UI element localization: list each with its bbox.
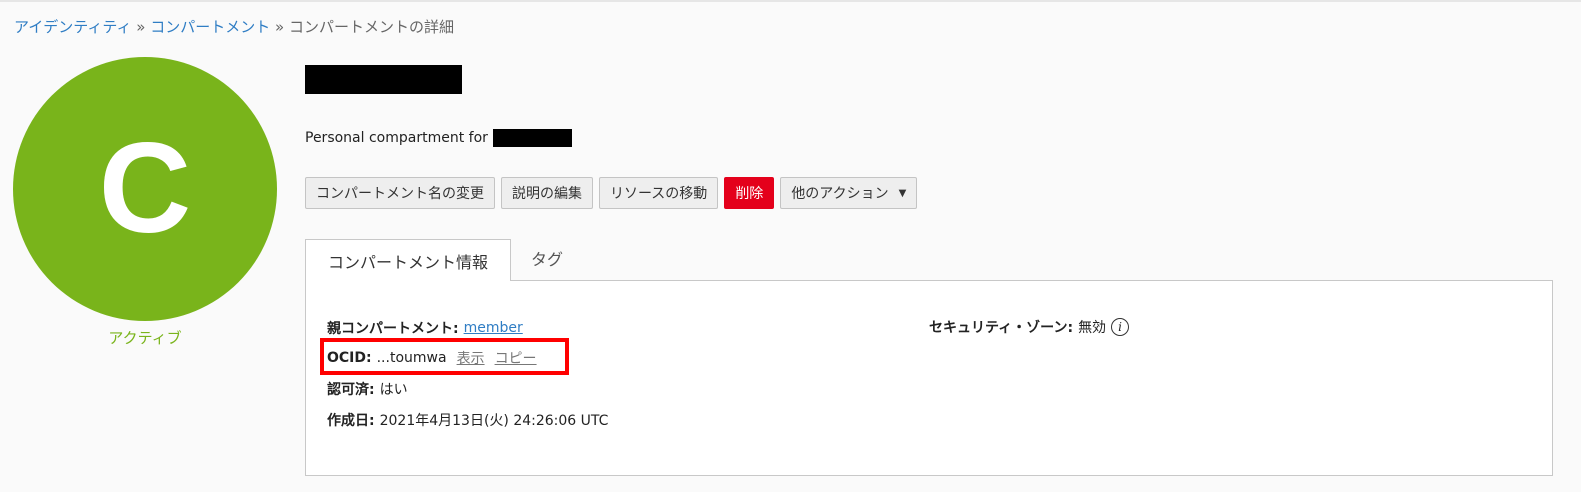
authorized-value: はい — [379, 382, 408, 398]
description-text: Personal compartment for — [305, 130, 488, 146]
created-label: 作成日: — [327, 413, 375, 429]
authorized-row: 認可済: はい — [327, 379, 408, 399]
caret-down-icon: ▼ — [898, 187, 907, 199]
ocid-show-link[interactable]: 表示 — [457, 348, 485, 368]
breadcrumb: アイデンティティ » コンパートメント » コンパートメントの詳細 — [14, 16, 454, 37]
security-zone-row: セキュリティ・ゾーン: 無効 i — [929, 317, 1130, 337]
breadcrumb-compartments-link[interactable]: コンパートメント — [150, 18, 270, 36]
created-row: 作成日: 2021年4月13日(火) 24:26:06 UTC — [327, 410, 608, 430]
parent-compartment-link[interactable]: member — [464, 320, 523, 336]
more-actions-button[interactable]: 他のアクション ▼ — [780, 177, 918, 209]
breadcrumb-identity-link[interactable]: アイデンティティ — [14, 18, 131, 36]
rename-compartment-button[interactable]: コンパートメント名の変更 — [305, 177, 495, 209]
parent-compartment-label: 親コンパートメント: — [327, 321, 459, 337]
move-resource-button[interactable]: リソースの移動 — [599, 177, 719, 209]
tab-compartment-info[interactable]: コンパートメント情報 — [305, 239, 512, 281]
ocid-label: OCID: — [327, 350, 372, 366]
window-top-border — [0, 0, 1581, 2]
parent-compartment-row: 親コンパートメント: member — [327, 318, 523, 338]
security-zone-value: 無効 — [1078, 320, 1107, 336]
ocid-row: OCID: ...toumwa 表示 コピー — [327, 348, 537, 368]
info-icon[interactable]: i — [1111, 318, 1130, 336]
more-actions-label: 他のアクション — [791, 186, 889, 202]
ocid-copy-link[interactable]: コピー — [495, 348, 537, 368]
status-label: アクティブ — [108, 329, 182, 347]
breadcrumb-separator: » — [275, 18, 285, 36]
compartment-title-redacted — [305, 65, 462, 94]
breadcrumb-separator: » — [136, 18, 146, 36]
ocid-value: ...toumwa — [376, 350, 447, 366]
description-redacted — [492, 129, 572, 147]
security-zone-label: セキュリティ・ゾーン: — [929, 320, 1074, 336]
authorized-label: 認可済: — [327, 382, 375, 398]
compartment-avatar: C — [13, 57, 277, 321]
avatar-letter: C — [98, 117, 192, 260]
action-toolbar: コンパートメント名の変更 説明の編集 リソースの移動 削除 他のアクション ▼ — [305, 177, 918, 209]
compartment-description: Personal compartment for — [305, 129, 572, 147]
edit-description-button[interactable]: 説明の編集 — [501, 177, 593, 209]
detail-tabs: コンパートメント情報 タグ — [305, 239, 583, 281]
delete-button[interactable]: 削除 — [724, 177, 775, 209]
tab-tags[interactable]: タグ — [511, 239, 583, 277]
compartment-info-panel: 親コンパートメント: member OCID: ...toumwa 表示 コピー… — [305, 280, 1553, 476]
created-value: 2021年4月13日(火) 24:26:06 UTC — [379, 413, 609, 429]
breadcrumb-current: コンパートメントの詳細 — [288, 18, 454, 36]
